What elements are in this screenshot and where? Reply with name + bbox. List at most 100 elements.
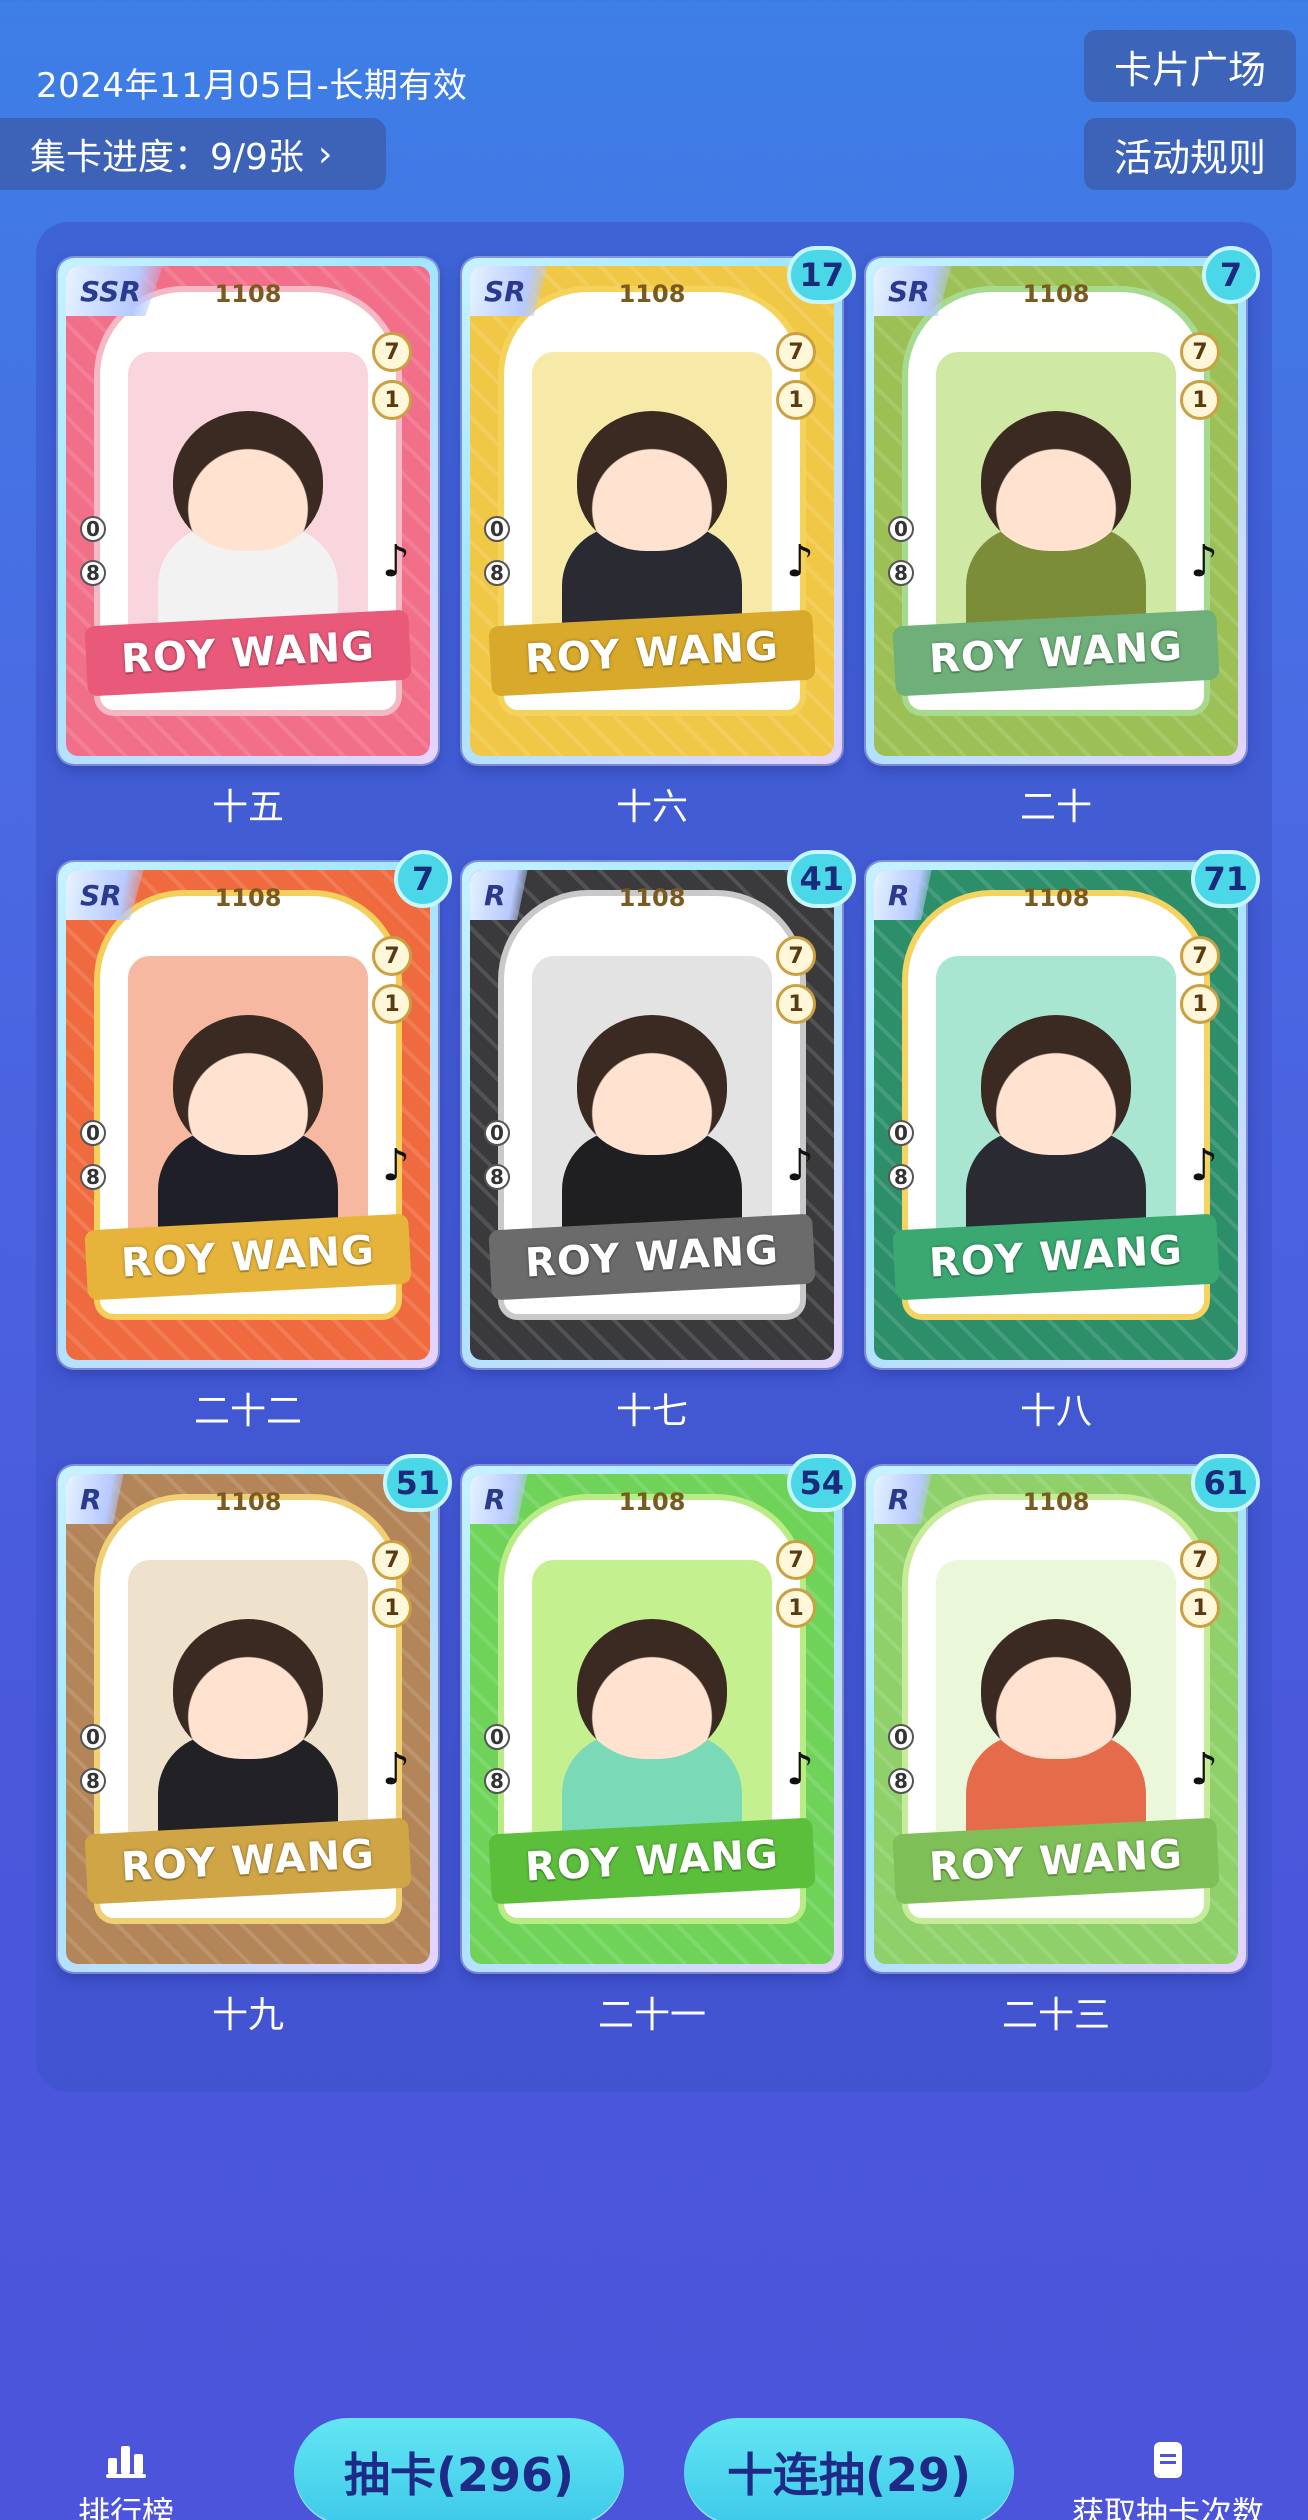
- card-label: 十八: [1019, 1391, 1092, 1432]
- digit-badge-icon: 8: [80, 1164, 106, 1190]
- chibi-portrait: [532, 1560, 772, 1854]
- collection-card[interactable]: R 1108 7 1 ♪ 0 8 ROY WANG 61: [866, 1454, 1260, 1972]
- digit-badge-icon: 0: [888, 516, 914, 542]
- side-digits: 08: [80, 1724, 106, 1794]
- chevron-right-icon: ›: [317, 133, 333, 175]
- collection-card[interactable]: SSR 1108 7 1 ♪ 0 8 ROY WANG: [58, 258, 438, 764]
- side-digits: 08: [484, 516, 510, 586]
- chibi-head: [173, 1618, 323, 1759]
- collection-progress-button[interactable]: 集卡进度：9/9张 ›: [0, 118, 386, 190]
- digit-badge-icon: 0: [80, 1724, 106, 1750]
- digit-badge-icon: 8: [80, 1768, 106, 1794]
- number-seven-icon: 7: [1180, 936, 1220, 976]
- document-icon: [1154, 2442, 1182, 2478]
- music-note-icon: ♪: [1189, 1744, 1218, 1795]
- chibi-head: [577, 410, 727, 551]
- activity-rules-button[interactable]: 活动规则: [1084, 118, 1296, 190]
- digit-badge-icon: 0: [484, 516, 510, 542]
- ranking-button[interactable]: 排行榜: [78, 2440, 174, 2520]
- collection-card[interactable]: R 1108 7 1 ♪ 0 8 ROY WANG 51: [58, 1454, 452, 1972]
- digit-badge-icon: 8: [80, 560, 106, 586]
- number-one-icon: 1: [372, 984, 412, 1024]
- chibi-head: [577, 1014, 727, 1155]
- chibi-portrait: [532, 956, 772, 1250]
- card-square-button[interactable]: 卡片广场: [1084, 30, 1296, 102]
- chibi-portrait: [936, 1560, 1176, 1854]
- card-count-badge: 41: [787, 850, 856, 908]
- chibi-portrait: [532, 352, 772, 646]
- number-seven-icon: 7: [372, 1540, 412, 1580]
- number-seven-icon: 7: [1180, 332, 1220, 372]
- ten-draw-button[interactable]: 十连抽(29): [684, 2418, 1014, 2520]
- chibi-portrait: [936, 956, 1176, 1250]
- frame-number: 1108: [618, 1488, 686, 1516]
- chibi-portrait: [128, 352, 368, 646]
- collection-card[interactable]: R 1108 7 1 ♪ 0 8 ROY WANG 41: [462, 850, 856, 1368]
- number-seven-icon: 7: [776, 332, 816, 372]
- number-one-icon: 1: [372, 1588, 412, 1628]
- number-one-icon: 1: [776, 380, 816, 420]
- get-draws-button[interactable]: 获取抽卡次数: [1072, 2440, 1264, 2520]
- number-one-icon: 1: [1180, 984, 1220, 1024]
- music-note-icon: ♪: [381, 1140, 410, 1191]
- card-count-badge: 7: [394, 850, 452, 908]
- music-note-icon: ♪: [785, 1744, 814, 1795]
- chibi-head: [981, 1618, 1131, 1759]
- draw-card-button[interactable]: 抽卡(296): [294, 2418, 624, 2520]
- chibi-portrait: [128, 956, 368, 1250]
- side-digits: 08: [484, 1120, 510, 1190]
- number-seven-icon: 7: [372, 936, 412, 976]
- card-count-badge: 17: [787, 246, 856, 304]
- side-digits: 08: [80, 1120, 106, 1190]
- frame-number: 1108: [1022, 1488, 1090, 1516]
- collection-card[interactable]: SR 1108 7 1 ♪ 0 8 ROY WANG 7: [58, 850, 452, 1368]
- collection-progress-label: 集卡进度：9/9张: [30, 137, 304, 178]
- card-label: 二十: [1019, 787, 1092, 828]
- music-note-icon: ♪: [785, 1140, 814, 1191]
- frame-number: 1108: [618, 884, 686, 912]
- validity-date: 2024年11月05日-长期有效: [36, 66, 468, 106]
- bottom-nav: 排行榜 抽卡(296) 十连抽(29) 获取抽卡次数: [0, 2410, 1308, 2520]
- rarity-tag: R: [874, 1474, 932, 1524]
- rarity-tag: R: [874, 870, 932, 920]
- digit-badge-icon: 8: [484, 1164, 510, 1190]
- side-digits: 08: [80, 516, 106, 586]
- collection-card[interactable]: R 1108 7 1 ♪ 0 8 ROY WANG 54: [462, 1454, 856, 1972]
- digit-badge-icon: 0: [80, 516, 106, 542]
- digit-badge-icon: 8: [484, 560, 510, 586]
- digit-badge-icon: 8: [484, 1768, 510, 1794]
- card-label: 十九: [211, 1995, 284, 2036]
- chibi-head: [173, 1014, 323, 1155]
- collection-card[interactable]: SR 1108 7 1 ♪ 0 8 ROY WANG 17: [462, 246, 856, 764]
- digit-badge-icon: 8: [888, 1164, 914, 1190]
- number-seven-icon: 7: [776, 1540, 816, 1580]
- frame-number: 1108: [1022, 884, 1090, 912]
- digit-badge-icon: 0: [484, 1724, 510, 1750]
- card-label: 十七: [615, 1391, 688, 1432]
- collection-card[interactable]: R 1108 7 1 ♪ 0 8 ROY WANG 71: [866, 850, 1260, 1368]
- collection-card[interactable]: SR 1108 7 1 ♪ 0 8 ROY WANG 7: [866, 246, 1260, 764]
- digit-badge-icon: 0: [888, 1724, 914, 1750]
- rarity-tag: R: [470, 870, 528, 920]
- chibi-head: [981, 410, 1131, 551]
- number-one-icon: 1: [372, 380, 412, 420]
- card-count-badge: 71: [1191, 850, 1260, 908]
- number-seven-icon: 7: [372, 332, 412, 372]
- bar-chart-icon: [106, 2446, 146, 2478]
- card-label: 十五: [211, 787, 284, 828]
- card-count-badge: 61: [1191, 1454, 1260, 1512]
- ranking-label: 排行榜: [78, 2494, 175, 2520]
- frame-number: 1108: [214, 1488, 282, 1516]
- rarity-tag: R: [66, 1474, 124, 1524]
- card-label: 二十二: [193, 1391, 302, 1432]
- chibi-portrait: [936, 352, 1176, 646]
- digit-badge-icon: 0: [484, 1120, 510, 1146]
- digit-badge-icon: 0: [80, 1120, 106, 1146]
- card-count-badge: 51: [383, 1454, 452, 1512]
- side-digits: 08: [888, 516, 914, 586]
- digit-badge-icon: 0: [888, 1120, 914, 1146]
- music-note-icon: ♪: [381, 536, 410, 587]
- music-note-icon: ♪: [785, 536, 814, 587]
- number-one-icon: 1: [1180, 1588, 1220, 1628]
- number-seven-icon: 7: [776, 936, 816, 976]
